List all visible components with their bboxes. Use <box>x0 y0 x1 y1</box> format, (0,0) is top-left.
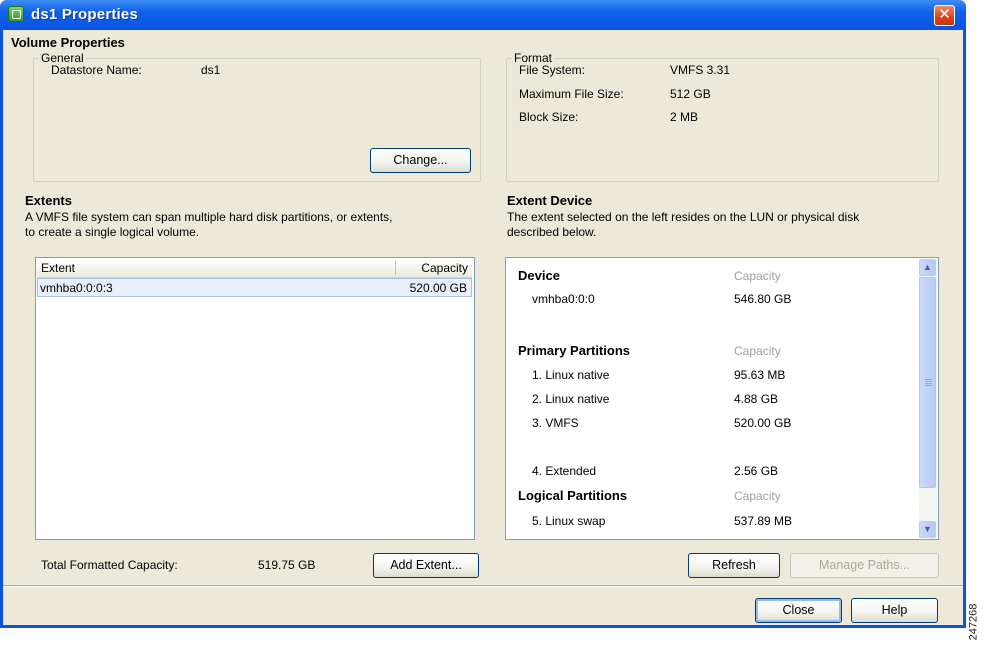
extents-list-header: Extent Capacity <box>37 259 472 278</box>
device-capacity: 546.80 GB <box>734 292 792 306</box>
device-panel-scrollbar[interactable]: ▲ ▼ <box>919 259 937 538</box>
extents-list[interactable]: Extent Capacity vmhba0:0:0:3 520.00 GB <box>35 257 475 540</box>
device-capacity-header: Capacity <box>734 269 781 283</box>
add-extent-button[interactable]: Add Extent... <box>373 553 479 578</box>
device-name: vmhba0:0:0 <box>532 292 595 306</box>
partition-capacity: 2.56 GB <box>734 464 779 478</box>
extent-device-description-line2: described below. <box>507 225 597 239</box>
logical-partitions-header: Logical Partitions <box>518 488 628 503</box>
partition-capacity: 520.00 GB <box>734 416 792 430</box>
column-capacity[interactable]: Capacity <box>397 259 468 277</box>
block-size-label: Block Size: <box>519 110 579 124</box>
change-button[interactable]: Change... <box>370 148 471 173</box>
partition-name: 1. Linux native <box>532 368 610 382</box>
extents-description-line2: to create a single logical volume. <box>25 225 200 239</box>
separator-line-highlight <box>3 586 963 587</box>
partition-capacity: 95.63 MB <box>734 368 786 382</box>
max-file-size-label: Maximum File Size: <box>519 87 624 101</box>
column-divider[interactable] <box>395 261 396 275</box>
datastore-name-label: Datastore Name: <box>51 63 142 77</box>
partition-name: 3. VMFS <box>532 416 579 430</box>
help-button[interactable]: Help <box>851 598 938 623</box>
extent-device-description-line1: The extent selected on the left resides … <box>507 210 860 224</box>
block-size-value: 2 MB <box>670 110 699 124</box>
grip-line <box>925 381 932 382</box>
figure-number: 247268 <box>967 603 980 641</box>
primary-capacity-header: Capacity <box>734 344 781 358</box>
column-extent[interactable]: Extent <box>41 259 341 277</box>
volume-properties-heading: Volume Properties <box>11 35 125 50</box>
scroll-thumb[interactable] <box>919 277 936 488</box>
extent-capacity: 520.00 GB <box>409 281 467 295</box>
refresh-button[interactable]: Refresh <box>688 553 780 578</box>
total-capacity-label: Total Formatted Capacity: <box>41 558 178 572</box>
window-title: ds1 Properties <box>31 6 139 23</box>
table-row[interactable]: vmhba0:0:0:3 520.00 GB <box>37 278 472 297</box>
partition-capacity: 537.89 MB <box>734 514 793 528</box>
properties-dialog: ds1 Properties ✕ Volume Properties Gener… <box>0 0 966 628</box>
file-system-label: File System: <box>519 63 586 77</box>
close-button[interactable]: Close <box>755 598 842 623</box>
extents-description-line1: A VMFS file system can span multiple har… <box>25 210 393 224</box>
device-header: Device <box>518 268 560 283</box>
grip-line <box>925 385 932 386</box>
grip-line <box>925 383 932 384</box>
chevron-down-icon: ▼ <box>923 524 932 534</box>
extent-device-heading: Extent Device <box>507 193 593 208</box>
max-file-size-value: 512 GB <box>670 87 711 101</box>
format-groupbox: Format File System: VMFS 3.31 Maximum Fi… <box>506 51 939 182</box>
primary-partitions-header: Primary Partitions <box>518 343 630 358</box>
title-bar[interactable]: ds1 Properties ✕ <box>0 0 966 30</box>
grip-line <box>925 379 932 380</box>
general-groupbox: General Datastore Name: ds1 Change... <box>33 51 481 182</box>
partition-name: 5. Linux swap <box>532 514 606 528</box>
partition-capacity: 4.88 GB <box>734 392 779 406</box>
scroll-up-button[interactable]: ▲ <box>919 259 936 276</box>
window-close-button[interactable]: ✕ <box>934 5 955 26</box>
logical-capacity-header: Capacity <box>734 489 781 503</box>
partition-name: 2. Linux native <box>532 392 610 406</box>
extent-name: vmhba0:0:0:3 <box>40 281 113 295</box>
close-icon: ✕ <box>938 6 951 23</box>
manage-paths-button[interactable]: Manage Paths... <box>790 553 939 578</box>
total-capacity-value: 519.75 GB <box>258 558 316 572</box>
scroll-down-button[interactable]: ▼ <box>919 521 936 538</box>
datastore-icon <box>8 6 24 22</box>
chevron-up-icon: ▲ <box>923 262 932 272</box>
extent-device-panel[interactable]: Device Capacity vmhba0:0:0 546.80 GB Pri… <box>505 257 939 540</box>
datastore-name-value: ds1 <box>201 63 221 77</box>
file-system-value: VMFS 3.31 <box>670 63 731 77</box>
partition-name: 4. Extended <box>532 464 597 478</box>
extents-heading: Extents <box>25 193 72 208</box>
dialog-body: Volume Properties General Datastore Name… <box>3 30 963 625</box>
